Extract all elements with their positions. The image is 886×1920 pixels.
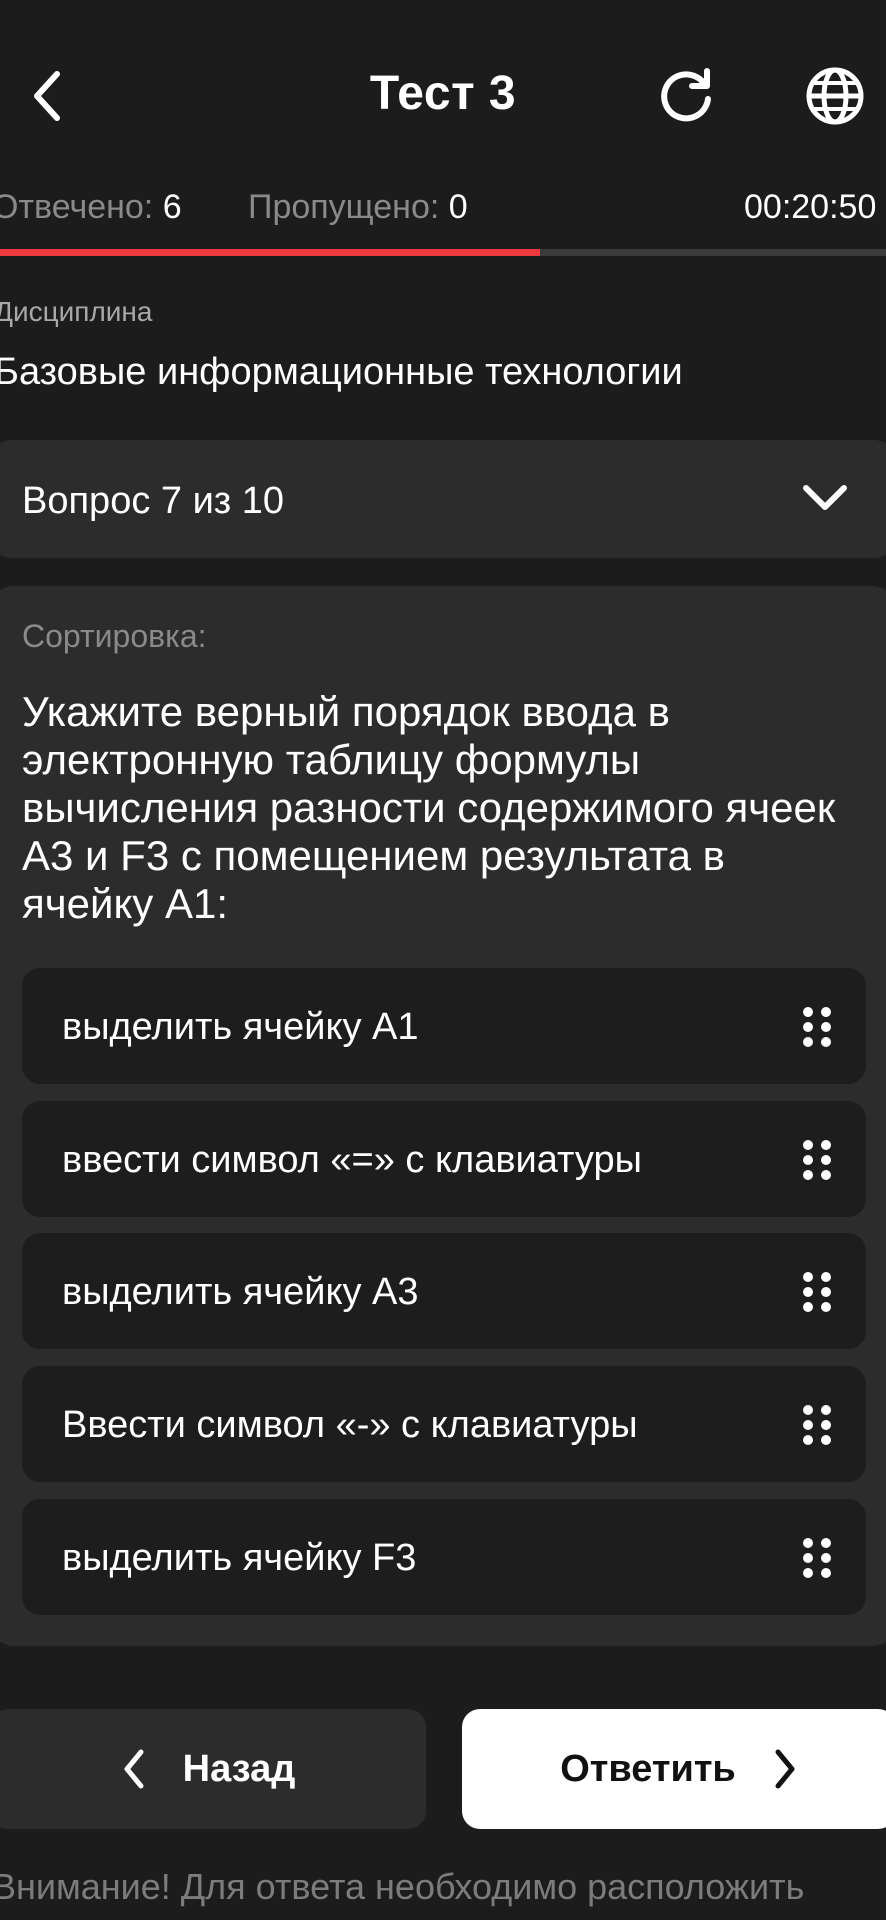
skipped-value: 0 <box>448 188 468 226</box>
question-selector-label: Вопрос 7 из 10 <box>22 480 285 522</box>
previous-button-label: Назад <box>182 1747 296 1790</box>
notice-text: Внимание! Для ответа необходимо располож… <box>0 1866 805 1907</box>
drag-handle-icon[interactable] <box>802 1404 832 1446</box>
app-header: Тест 3 <box>0 0 886 195</box>
question-selector[interactable]: Вопрос 7 из 10 <box>0 440 886 558</box>
answered-label: Отвечено: <box>0 188 154 226</box>
sort-option-text: выделить ячейку A1 <box>62 1006 419 1048</box>
question-text: Укажите верный порядок ввода в электронн… <box>22 688 836 927</box>
test-stats: Отвечено: 6 Пропущено: 0 00:20:50 <box>0 188 886 238</box>
refresh-button[interactable] <box>646 56 726 136</box>
sort-option-text: выделить ячейку A3 <box>62 1271 419 1313</box>
chevron-left-icon <box>124 1749 144 1789</box>
sort-option[interactable]: выделить ячейку A3 <box>22 1233 866 1349</box>
language-button[interactable] <box>795 56 875 136</box>
drag-handle-icon[interactable] <box>802 1006 832 1048</box>
drag-handle-icon[interactable] <box>802 1271 832 1313</box>
sort-option-text: ввести символ «=» с клавиатуры <box>62 1139 642 1181</box>
discipline-name: Базовые информационные технологии <box>0 351 683 393</box>
globe-icon <box>806 67 864 125</box>
sort-option[interactable]: ввести символ «=» с клавиатуры <box>22 1101 866 1217</box>
chevron-left-icon <box>34 71 60 121</box>
page-title: Тест 3 <box>369 67 517 120</box>
previous-button[interactable]: Назад <box>0 1709 426 1829</box>
discipline-label: Дисциплина <box>0 296 153 327</box>
timer: 00:20:50 <box>744 188 877 226</box>
progress-bar <box>0 249 886 256</box>
sort-option-text: Ввести символ «-» с клавиатуры <box>62 1404 638 1446</box>
answer-button-label: Ответить <box>560 1747 736 1790</box>
question-card: Сортировка: Укажите верный порядок ввода… <box>0 586 886 1646</box>
skipped-stat: Пропущено: 0 <box>248 188 468 227</box>
skipped-label: Пропущено: <box>248 188 440 226</box>
question-type: Сортировка: <box>22 618 207 654</box>
back-button[interactable] <box>7 56 87 136</box>
progress-fill <box>0 249 541 256</box>
answer-button[interactable]: Ответить <box>462 1709 886 1829</box>
sort-option[interactable]: выделить ячейку F3 <box>22 1499 866 1615</box>
sort-option[interactable]: Ввести символ «-» с клавиатуры <box>22 1366 866 1482</box>
drag-handle-icon[interactable] <box>802 1139 832 1181</box>
sort-option-text: выделить ячейку F3 <box>62 1537 417 1579</box>
refresh-icon <box>661 68 711 122</box>
answered-stat: Отвечено: 6 <box>0 188 182 227</box>
answered-value: 6 <box>162 188 182 226</box>
chevron-right-icon <box>775 1749 795 1789</box>
chevron-down-icon <box>803 485 847 510</box>
drag-handle-icon[interactable] <box>802 1537 832 1579</box>
sort-option[interactable]: выделить ячейку A1 <box>22 968 866 1084</box>
